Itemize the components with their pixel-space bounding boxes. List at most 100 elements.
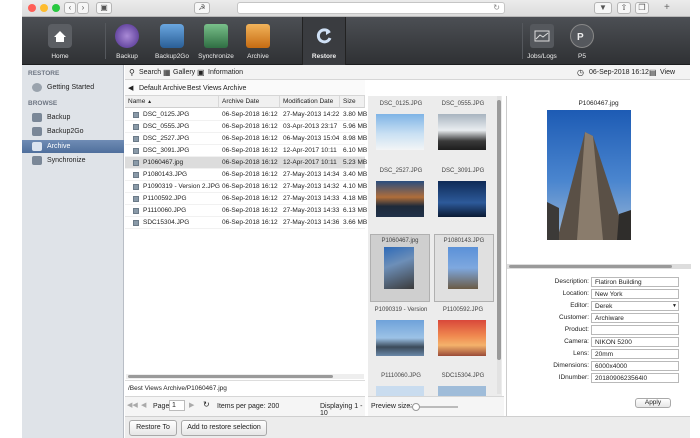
- gallery-icon[interactable]: ▦: [163, 68, 171, 77]
- downloads-icon[interactable]: ▼: [594, 2, 612, 14]
- thumbnail[interactable]: P1100592.JPG: [434, 304, 492, 370]
- close-window-button[interactable]: [28, 4, 36, 12]
- dimensions-field[interactable]: 6000x4000: [591, 361, 679, 371]
- archive-date: 06-Sep-2018 16:12: [222, 135, 278, 142]
- sidebar-item-getting-started[interactable]: Getting Started: [22, 81, 124, 94]
- idnumber-field[interactable]: 2018090623564l0: [591, 373, 679, 383]
- table-row[interactable]: P1090319 - Version 2.JPG 06-Sep-2018 16:1…: [125, 181, 367, 193]
- breadcrumb-back-icon[interactable]: ◀: [128, 84, 133, 92]
- column-header-name[interactable]: Name ▲: [125, 96, 219, 108]
- share-icon[interactable]: ⇧: [617, 2, 631, 14]
- editor-select[interactable]: Derek ▼: [591, 301, 679, 311]
- new-tab-icon[interactable]: +: [664, 2, 670, 13]
- minimize-window-button[interactable]: [40, 4, 48, 12]
- sidebar-item-backup[interactable]: Backup: [22, 111, 124, 124]
- table-row[interactable]: DSC_3091.JPG 06-Sep-2018 16:12 12-Apr-2017…: [125, 145, 368, 157]
- toolbar-restore[interactable]: Restore: [302, 17, 346, 65]
- file-size: 3.66 MB: [343, 219, 368, 226]
- location-label: Location:: [562, 290, 589, 297]
- toolbar-backup[interactable]: Backup: [110, 17, 144, 65]
- apply-button[interactable]: Apply: [635, 398, 671, 408]
- idnumber-label: IDnumber:: [558, 374, 589, 381]
- thumbnail[interactable]: DSC_0555.JPG: [434, 98, 492, 164]
- forward-icon[interactable]: ›: [77, 2, 89, 14]
- dimensions-label: Dimensions:: [553, 362, 589, 369]
- information-icon[interactable]: ▣: [197, 68, 205, 77]
- sidebar-item-synchronize[interactable]: Synchronize: [22, 154, 124, 167]
- thumbnail[interactable]: DSC_3091.JPG: [434, 165, 492, 231]
- scrollbar-thumb[interactable]: [128, 375, 333, 378]
- thumbnail[interactable]: P1080143.JPG: [434, 234, 494, 302]
- refresh-icon[interactable]: ↻: [203, 400, 210, 409]
- search-button[interactable]: Search: [139, 69, 161, 76]
- detail-scrollbar[interactable]: [507, 264, 691, 269]
- toolbar-synchronize[interactable]: Synchronize: [194, 17, 238, 65]
- table-row[interactable]: P1100592.JPG 06-Sep-2018 16:12 27-May-2013…: [125, 193, 367, 205]
- accessibility-icon[interactable]: ☭: [194, 2, 210, 14]
- table-horizontal-scrollbar[interactable]: [126, 374, 364, 379]
- file-size: 6.10 MB: [343, 147, 368, 154]
- reload-icon[interactable]: ↻: [493, 3, 500, 12]
- add-to-restore-selection-button[interactable]: Add to restore selection: [181, 420, 267, 436]
- preview-size-slider[interactable]: [408, 403, 458, 411]
- table-row[interactable]: P1080143.JPG 06-Sep-2018 16:12 27-May-2013…: [125, 169, 367, 181]
- breadcrumb-item[interactable]: Best Views Archive: [187, 85, 246, 92]
- file-size: 8.98 MB: [343, 135, 368, 142]
- gallery-button[interactable]: Gallery: [173, 69, 195, 76]
- restore-icon: [312, 24, 336, 48]
- sidebar-item-archive[interactable]: Archive: [22, 140, 124, 153]
- thumbnail[interactable]: DSC_2527.JPG: [372, 165, 430, 231]
- thumbnail[interactable]: P1110060.JPG: [372, 370, 430, 396]
- back-icon[interactable]: ‹: [64, 2, 76, 14]
- breadcrumb-item[interactable]: Default Archive: [139, 85, 186, 92]
- view-icon[interactable]: ▤: [649, 68, 657, 77]
- search-icon[interactable]: ⚲: [129, 68, 135, 77]
- tabs-icon[interactable]: ❐: [635, 2, 649, 14]
- image-file-icon: [133, 184, 139, 190]
- first-page-icon[interactable]: ◀◀: [127, 401, 138, 409]
- table-row-selected[interactable]: P1060467.jpg 06-Sep-2018 16:12 12-Apr-2017…: [125, 157, 367, 169]
- column-header-modification-date[interactable]: Modification Date: [280, 96, 340, 108]
- scrollbar-thumb[interactable]: [509, 265, 672, 268]
- slider-handle[interactable]: [412, 403, 420, 411]
- restore-to-button[interactable]: Restore To: [129, 420, 177, 436]
- app-toolbar: Home Backup Backup2Go Synchronize Archiv…: [22, 17, 690, 65]
- toolbar-backup2go[interactable]: Backup2Go: [150, 17, 194, 65]
- next-page-icon[interactable]: ▶: [189, 401, 194, 409]
- zoom-window-button[interactable]: [52, 4, 60, 12]
- toolbar-archive[interactable]: Archive: [240, 17, 276, 65]
- thumbnail[interactable]: P1090319 - Version: [372, 304, 430, 370]
- table-row[interactable]: DSC_0555.JPG 06-Sep-2018 16:12 03-Apr-2013…: [125, 121, 367, 133]
- toolbar-jobs-logs[interactable]: Jobs/Logs: [524, 17, 560, 65]
- table-row[interactable]: DSC_2527.JPG 06-Sep-2018 16:12 06-May-2013…: [125, 133, 368, 145]
- address-bar[interactable]: ↻: [237, 2, 505, 14]
- customer-field[interactable]: Archiware: [591, 313, 679, 323]
- page-input[interactable]: 1: [169, 400, 185, 411]
- toolbar-p5[interactable]: P P5: [567, 17, 597, 65]
- toolbar-home[interactable]: Home: [40, 17, 80, 65]
- archive-date-selector[interactable]: 06-Sep-2018 16:12: [589, 69, 649, 76]
- location-field[interactable]: New York: [591, 289, 679, 299]
- thumbnail[interactable]: SDC15304.JPG: [434, 370, 492, 396]
- thumbnail[interactable]: DSC_0125.JPG: [372, 98, 430, 164]
- table-row[interactable]: SDC15304.JPG 06-Sep-2018 16:12 27-May-2013…: [125, 217, 368, 229]
- lens-field[interactable]: 20mm: [591, 349, 679, 359]
- table-row[interactable]: DSC_0125.JPG 06-Sep-2018 16:12 27-May-2013…: [125, 109, 367, 121]
- thumbnail-scrollbar[interactable]: [497, 96, 501, 394]
- table-row[interactable]: P1110060.JPG 06-Sep-2018 16:12 27-May-2013…: [125, 205, 367, 217]
- previous-page-icon[interactable]: ◀: [141, 401, 146, 409]
- column-header-size[interactable]: Size: [340, 96, 365, 108]
- information-button[interactable]: Information: [208, 69, 243, 76]
- sidebar-item-backup2go[interactable]: Backup2Go: [22, 125, 124, 138]
- sidebar-toggle-icon[interactable]: ▣: [96, 2, 112, 14]
- description-field[interactable]: Flatiron Building: [591, 277, 679, 287]
- thumbnail-selected[interactable]: P1060467.jpg: [370, 234, 430, 302]
- scrollbar-thumb[interactable]: [497, 100, 501, 360]
- column-header-archive-date[interactable]: Archive Date: [219, 96, 280, 108]
- camera-field[interactable]: NIKON 5200: [591, 337, 679, 347]
- clock-icon[interactable]: ◷: [577, 68, 584, 77]
- thumbnail-name: P1060467.jpg: [381, 238, 419, 244]
- view-button[interactable]: View: [660, 69, 675, 76]
- archive-icon: [246, 24, 270, 48]
- product-field[interactable]: [591, 325, 679, 335]
